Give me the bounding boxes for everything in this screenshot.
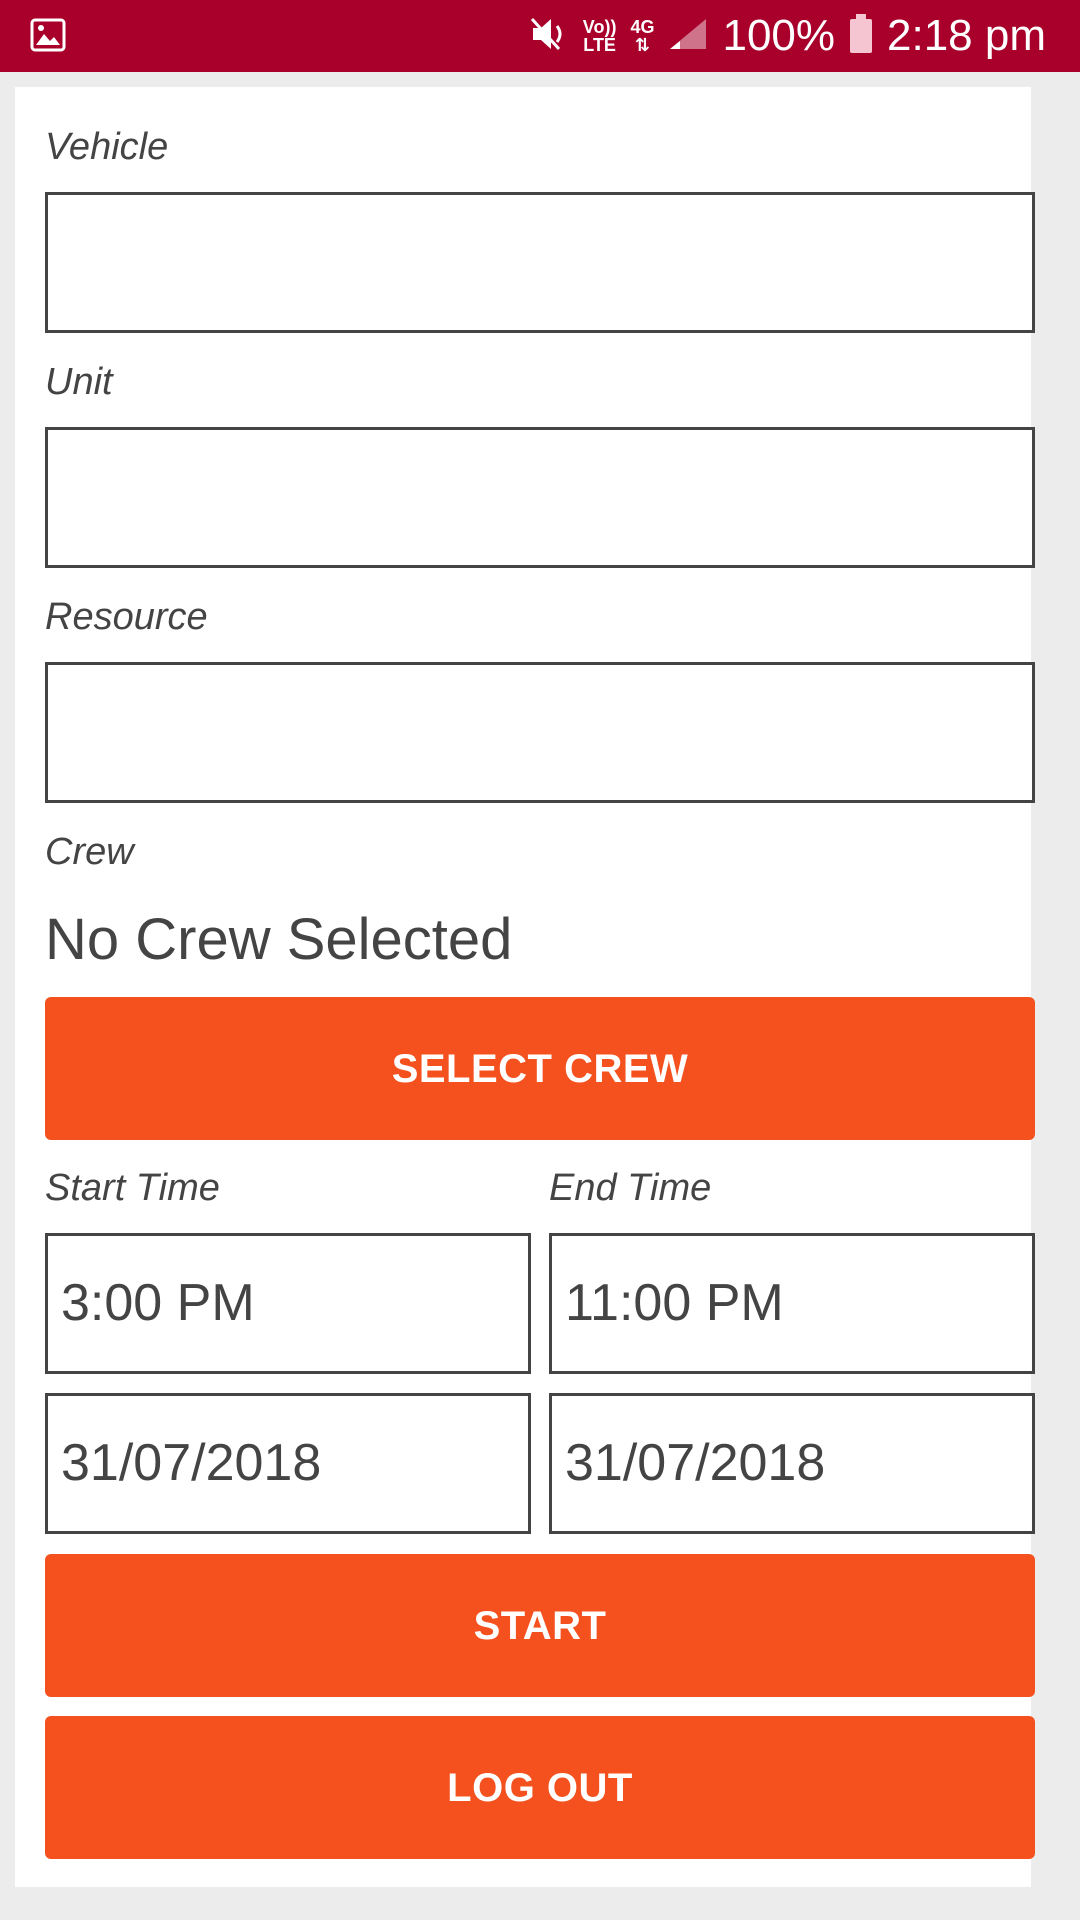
battery-icon (849, 13, 873, 59)
start-button[interactable]: START (45, 1554, 1035, 1697)
start-time-field[interactable]: 3:00 PM (45, 1233, 531, 1374)
resource-label: Resource (45, 596, 208, 638)
end-time-label: End Time (549, 1167, 712, 1209)
unit-label: Unit (45, 361, 113, 403)
crew-label: Crew (45, 831, 134, 873)
status-bar: Vo)) LTE 4G ⇅ 100% 2:18 pm (0, 0, 1080, 72)
select-crew-button[interactable]: SELECT CREW (45, 997, 1035, 1140)
end-date-field[interactable]: 31/07/2018 (549, 1393, 1035, 1534)
logout-button[interactable]: LOG OUT (45, 1716, 1035, 1859)
start-time-label: Start Time (45, 1167, 220, 1209)
vehicle-field[interactable] (45, 192, 1035, 333)
start-date-field[interactable]: 31/07/2018 (45, 1393, 531, 1534)
end-time-field[interactable]: 11:00 PM (549, 1233, 1035, 1374)
volte-indicator: Vo)) LTE (582, 17, 617, 55)
image-notification-icon (30, 18, 66, 57)
clock: 2:18 pm (887, 11, 1046, 60)
unit-field[interactable] (45, 427, 1035, 568)
signal-icon (668, 17, 708, 56)
resource-field[interactable] (45, 662, 1035, 803)
battery-percent: 100% (722, 11, 836, 60)
network-4g-indicator: 4G ⇅ (630, 17, 655, 55)
vehicle-label: Vehicle (45, 126, 169, 168)
crew-value: No Crew Selected (45, 907, 513, 972)
mute-icon (529, 16, 569, 57)
